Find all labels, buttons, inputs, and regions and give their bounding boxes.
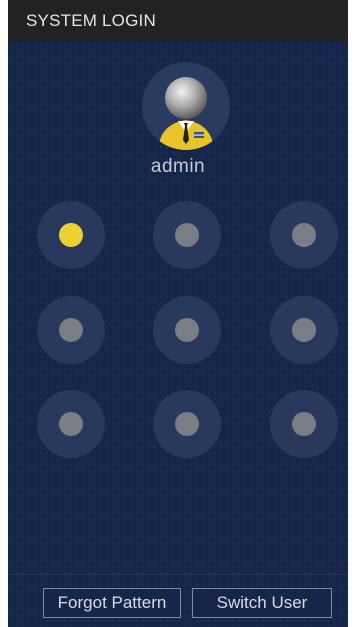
pattern-node-5[interactable] — [153, 296, 221, 364]
system-login-window: SYSTEM LOGIN Forgot Pattern Switch User — [8, 0, 348, 627]
pattern-node-4[interactable] — [37, 296, 105, 364]
pattern-node-8[interactable] — [153, 390, 221, 458]
footer-divider — [8, 574, 348, 575]
pattern-node-2[interactable] — [153, 201, 221, 269]
forgot-pattern-button[interactable]: Forgot Pattern — [43, 588, 181, 618]
pattern-node-3[interactable] — [270, 201, 338, 269]
pattern-lock-grid[interactable] — [8, 0, 348, 627]
pattern-node-9[interactable] — [270, 390, 338, 458]
pattern-node-6[interactable] — [270, 296, 338, 364]
pattern-node-7[interactable] — [37, 390, 105, 458]
switch-user-button[interactable]: Switch User — [192, 588, 332, 618]
pattern-node-1[interactable] — [37, 201, 105, 269]
username-label: admin — [150, 156, 206, 177]
